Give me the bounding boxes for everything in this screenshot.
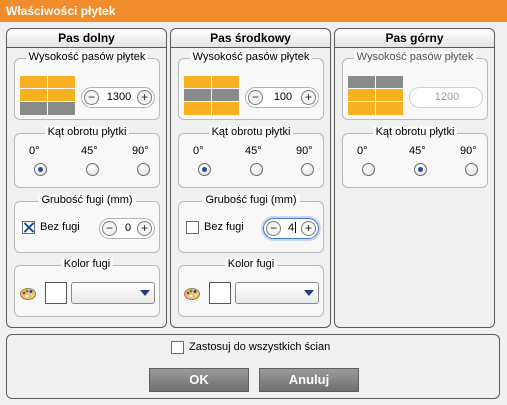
grout-thickness-group: Grubość fugi (mm) Bez fugi − 4 + xyxy=(178,194,324,253)
grout-color-swatch[interactable] xyxy=(45,282,67,304)
grout-thickness-field[interactable]: 4 xyxy=(282,222,302,234)
strip-height-group: Wysokość pasów płytek 1200 xyxy=(342,51,488,120)
grout-thickness-value[interactable]: 4 xyxy=(288,222,294,234)
strip-height-stepper[interactable]: − 100 + xyxy=(245,87,319,108)
group-title: Kąt obrotu płytki xyxy=(372,126,458,138)
decrement-button[interactable]: − xyxy=(84,90,99,105)
column-bottom-band: Pas dolny Wysokość pasów płytek − 1300 +… xyxy=(6,28,167,328)
rotation-angle-group: Kąt obrotu płytki 0° 45° 90° xyxy=(14,126,160,188)
rotation-angle-group: Kąt obrotu płytki 0° 45° 90° xyxy=(342,126,488,188)
apply-all-walls-checkbox[interactable] xyxy=(171,341,184,354)
group-title: Grubość fugi (mm) xyxy=(38,194,136,206)
no-grout-label: Bez fugi xyxy=(40,221,80,233)
angle-90-label: 90° xyxy=(132,145,149,157)
grout-color-dropdown[interactable] xyxy=(235,282,319,304)
group-title: Grubość fugi (mm) xyxy=(202,194,300,206)
grout-color-group: Kolor fugi xyxy=(14,258,160,317)
text-caret xyxy=(295,222,297,233)
increment-button[interactable]: + xyxy=(137,221,152,236)
strip-height-value[interactable]: 100 xyxy=(264,91,302,103)
angle-90-label: 90° xyxy=(460,145,477,157)
angle-0-radio[interactable] xyxy=(198,163,211,176)
group-title: Kąt obrotu płytki xyxy=(208,126,294,138)
angle-0-radio[interactable] xyxy=(34,163,47,176)
grout-thickness-stepper[interactable]: − 4 + xyxy=(263,218,319,239)
group-title: Wysokość pasów płytek xyxy=(25,51,149,63)
group-title: Kąt obrotu płytki xyxy=(44,126,130,138)
angle-45-radio[interactable] xyxy=(250,163,263,176)
angle-0-label: 0° xyxy=(357,145,368,157)
angle-45-radio[interactable] xyxy=(86,163,99,176)
angle-45-radio[interactable] xyxy=(414,163,427,176)
group-title: Kolor fugi xyxy=(60,258,114,270)
angle-45-label: 45° xyxy=(245,145,262,157)
cancel-button[interactable]: Anuluj xyxy=(259,368,359,392)
tile-preview-top xyxy=(348,76,403,115)
no-grout-checkbox[interactable] xyxy=(186,221,199,234)
angle-45-label: 45° xyxy=(409,145,426,157)
angle-45-label: 45° xyxy=(81,145,98,157)
palette-icon[interactable] xyxy=(20,288,36,300)
chevron-down-icon[interactable] xyxy=(304,290,314,296)
decrement-button[interactable]: − xyxy=(266,221,281,236)
increment-button[interactable]: + xyxy=(137,90,152,105)
window-title: Właściwości płytek xyxy=(0,0,507,22)
grout-thickness-value[interactable]: 0 xyxy=(118,222,138,234)
strip-height-group: Wysokość pasów płytek − 1300 + xyxy=(14,51,160,120)
column-middle-band: Pas środkowy Wysokość pasów płytek − 100… xyxy=(170,28,331,328)
no-grout-checkbox[interactable] xyxy=(22,221,35,234)
decrement-button[interactable]: − xyxy=(248,90,263,105)
increment-button[interactable]: + xyxy=(301,221,316,236)
angle-0-radio[interactable] xyxy=(362,163,375,176)
column-top-band: Pas górny Wysokość pasów płytek 1200 Kąt… xyxy=(334,28,495,328)
decrement-button[interactable]: − xyxy=(102,221,117,236)
angle-0-label: 0° xyxy=(193,145,204,157)
angle-90-label: 90° xyxy=(296,145,313,157)
tile-properties-dialog: Właściwości płytek Pas dolny Wysokość pa… xyxy=(0,0,507,405)
ok-button[interactable]: OK xyxy=(149,368,249,392)
strip-height-group: Wysokość pasów płytek − 100 + xyxy=(178,51,324,120)
no-grout-label: Bez fugi xyxy=(204,221,244,233)
column-title: Pas środkowy xyxy=(171,29,330,48)
angle-90-radio[interactable] xyxy=(465,163,478,176)
grout-color-swatch[interactable] xyxy=(209,282,231,304)
bottom-panel: Zastosuj do wszystkich ścian OK Anuluj xyxy=(6,334,500,399)
grout-color-group: Kolor fugi xyxy=(178,258,324,317)
strip-height-value: 1200 xyxy=(434,91,460,103)
increment-button[interactable]: + xyxy=(301,90,316,105)
column-title: Pas górny xyxy=(335,29,494,48)
angle-90-radio[interactable] xyxy=(137,163,150,176)
apply-all-walls-label: Zastosuj do wszystkich ścian xyxy=(189,341,331,353)
grout-color-dropdown[interactable] xyxy=(71,282,155,304)
grout-thickness-group: Grubość fugi (mm) Bez fugi − 0 + xyxy=(14,194,160,253)
palette-icon[interactable] xyxy=(184,288,200,300)
angle-0-label: 0° xyxy=(29,145,40,157)
chevron-down-icon[interactable] xyxy=(140,290,150,296)
angle-90-radio[interactable] xyxy=(301,163,314,176)
group-title: Wysokość pasów płytek xyxy=(189,51,313,63)
grout-thickness-stepper[interactable]: − 0 + xyxy=(99,218,155,239)
column-title: Pas dolny xyxy=(7,29,166,48)
tile-preview-bottom xyxy=(20,76,75,115)
tile-preview-middle xyxy=(184,76,239,115)
strip-height-stepper[interactable]: − 1300 + xyxy=(81,87,155,108)
group-title: Wysokość pasów płytek xyxy=(353,51,477,63)
rotation-angle-group: Kąt obrotu płytki 0° 45° 90° xyxy=(178,126,324,188)
strip-height-stepper: 1200 xyxy=(409,87,483,108)
strip-height-value[interactable]: 1300 xyxy=(100,91,138,103)
group-title: Kolor fugi xyxy=(224,258,278,270)
